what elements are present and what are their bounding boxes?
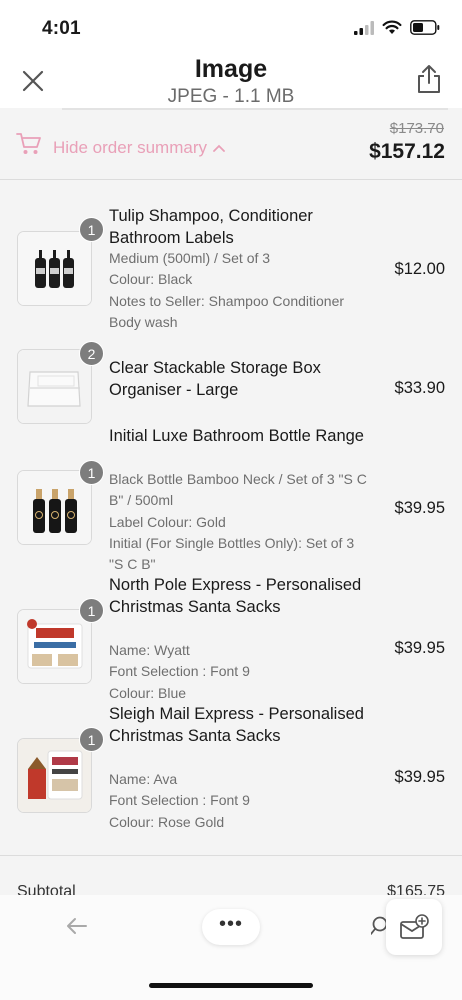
product-thumbnail <box>17 231 92 306</box>
battery-icon <box>410 20 440 35</box>
share-icon <box>418 65 440 93</box>
image-preview: Hide order summary $173.70 $157.12 1 Tul… <box>0 108 462 895</box>
product-options: Medium (500ml) / Set of 3 Colour: Black … <box>109 248 371 333</box>
share-button[interactable] <box>416 64 442 94</box>
bottom-toolbar: ••• <box>0 895 462 1000</box>
product-price: $12.00 <box>394 260 445 278</box>
option-line: Black Bottle Bamboo Neck / Set of 3 "S C… <box>109 471 367 509</box>
order-summary-bar: Hide order summary $173.70 $157.12 <box>0 118 462 180</box>
status-bar: 4:01 <box>0 0 462 52</box>
product-price: $39.95 <box>394 499 445 517</box>
original-total: $173.70 <box>389 120 444 137</box>
option-line: Medium (500ml) / Set of 3 <box>109 250 271 266</box>
option-line: Name: Ava <box>109 771 178 787</box>
cart-icon <box>16 133 41 154</box>
option-line: Initial (For Single Bottles Only): Set o… <box>109 534 355 573</box>
product-price: $33.90 <box>394 379 445 397</box>
santa-sack-image <box>18 739 91 812</box>
product-price: $39.95 <box>394 639 445 657</box>
product-thumbnail <box>17 609 92 684</box>
quantity-badge: 1 <box>79 598 104 623</box>
product-title: Tulip Shampoo, Conditioner Bathroom Labe… <box>109 207 313 247</box>
option-line: Name: Wyatt <box>109 642 190 658</box>
quantity-badge: 1 <box>79 460 104 485</box>
chevron-up-icon <box>213 144 225 152</box>
mail-plus-icon <box>400 914 429 939</box>
file-info: JPEG - 1.1 MB <box>167 86 295 107</box>
product-title: Sleigh Mail Express - Personalised Chris… <box>109 705 364 745</box>
divider <box>62 108 448 110</box>
quantity-badge: 1 <box>79 727 104 752</box>
product-title: North Pole Express - Personalised Christ… <box>109 576 362 616</box>
cellular-signal-icon <box>354 20 374 35</box>
product-options: Name: Ava Font Selection : Font 9 Colour… <box>109 769 371 833</box>
product-title: Clear Stackable Storage Box Organiser - … <box>109 359 321 399</box>
subtotal-value: $165.75 <box>387 883 445 895</box>
option-line: Font Selection : Font 9 <box>109 663 250 680</box>
option-line: Colour: Black <box>109 271 193 288</box>
hide-order-summary-link[interactable]: Hide order summary <box>53 138 225 158</box>
product-thumbnail <box>17 470 92 545</box>
home-indicator[interactable] <box>149 983 313 988</box>
quantity-badge: 2 <box>79 341 104 366</box>
santa-sack-image <box>18 610 91 683</box>
more-options-button[interactable]: ••• <box>202 909 260 945</box>
product-thumbnail <box>17 738 92 813</box>
option-line: Notes to Seller: Shampoo Conditioner Bod… <box>109 292 345 330</box>
wifi-icon <box>382 20 402 34</box>
option-line: Label Colour: Gold <box>109 513 226 530</box>
product-price: $39.95 <box>394 768 445 786</box>
bathroom-bottles-image <box>18 471 91 544</box>
nav-bar: Image JPEG - 1.1 MB <box>0 52 462 108</box>
divider <box>0 179 462 180</box>
product-options: Name: Wyatt Font Selection : Font 9 Colo… <box>109 640 371 704</box>
product-title: Initial Luxe Bathroom Bottle Range <box>109 427 364 445</box>
arrow-left-icon <box>67 918 87 934</box>
option-line: Colour: Blue <box>109 684 187 701</box>
order-total: $157.12 <box>369 140 445 163</box>
divider <box>0 855 462 856</box>
status-time: 4:01 <box>42 18 81 39</box>
subtotal-label: Subtotal <box>17 883 76 895</box>
back-button[interactable] <box>66 917 88 940</box>
page-title: Image <box>194 55 268 83</box>
quantity-badge: 1 <box>79 217 104 242</box>
option-line: Colour: Rose Gold <box>109 813 225 830</box>
compose-mail-button[interactable] <box>386 899 442 955</box>
product-options: Black Bottle Bamboo Neck / Set of 3 "S C… <box>109 469 371 575</box>
option-line: Font Selection : Font 9 <box>109 792 250 809</box>
status-icons <box>354 20 440 35</box>
hide-order-summary-label: Hide order summary <box>53 138 207 157</box>
shampoo-bottles-image <box>18 232 91 305</box>
